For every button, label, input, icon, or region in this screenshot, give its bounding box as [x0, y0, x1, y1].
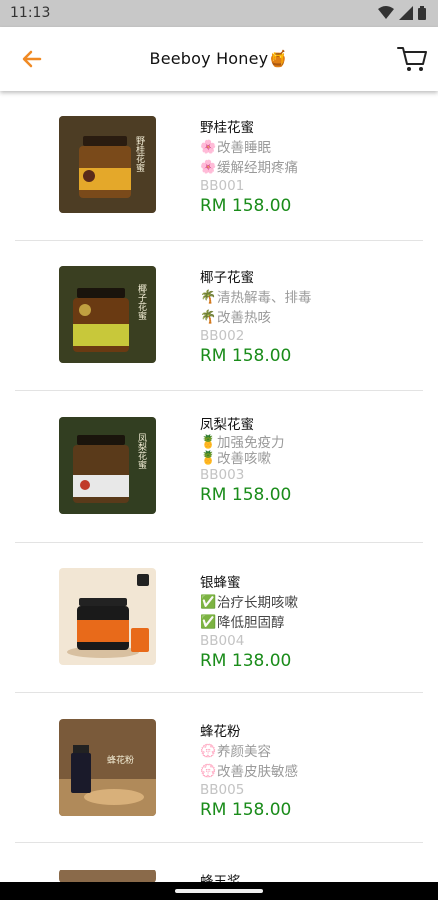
product-name: 凤梨花蜜	[200, 417, 254, 433]
product-feature: 💮 改善皮肤敏感	[200, 764, 298, 780]
image-label: 凤梨花蜜	[136, 433, 147, 470]
image-label: 野桂花蜜	[134, 136, 145, 173]
product-info: 凤梨花蜜 🍍 加强免疫力 🍍 改善咳嗽 BB003 RM 158.00	[200, 415, 291, 507]
product-name: 蜂花粉	[200, 724, 241, 740]
system-nav-bar	[0, 882, 438, 900]
product-feature: 🌸 改善睡眠	[200, 140, 271, 156]
product-feature: ✅ 降低胆固醇	[200, 615, 285, 631]
white-flower-icon: 💮	[200, 764, 217, 779]
product-item[interactable]: 椰子花蜜 椰子花蜜 🌴 清热解毒、排毒 🌴 改善热咳 BB002 RM 158.00	[0, 241, 438, 391]
status-time: 11:13	[10, 5, 51, 21]
product-name: 蜂王浆	[200, 874, 241, 882]
status-bar: 11:13	[0, 0, 438, 27]
home-handle[interactable]	[175, 889, 263, 893]
product-image: 凤梨花蜜	[59, 417, 156, 514]
page-title: Beeboy Honey🍯	[149, 49, 289, 68]
product-list[interactable]: 野桂花蜜 野桂花蜜 🌸 改善睡眠 🌸 缓解经期疼痛 BB001 RM 158.00 …	[0, 91, 438, 882]
pineapple-icon: 🍍	[200, 451, 217, 466]
product-image: 椰子花蜜	[59, 266, 156, 363]
check-mark-icon: ✅	[200, 595, 217, 610]
product-code: BB004	[200, 633, 245, 649]
product-name: 银蜂蜜	[200, 575, 241, 591]
product-price: RM 158.00	[200, 485, 292, 505]
check-mark-icon: ✅	[200, 615, 217, 630]
app-bar: Beeboy Honey🍯	[0, 27, 438, 91]
product-price: RM 158.00	[200, 196, 292, 216]
product-item[interactable]: 野桂花蜜 野桂花蜜 🌸 改善睡眠 🌸 缓解经期疼痛 BB001 RM 158.00	[0, 91, 438, 241]
battery-icon	[418, 6, 426, 20]
product-info: 蜂王浆	[200, 872, 241, 882]
product-code: BB003	[200, 467, 245, 483]
product-price: RM 158.00	[200, 800, 292, 820]
white-flower-icon: 💮	[200, 744, 217, 759]
image-label: 椰子花蜜	[136, 283, 147, 321]
pineapple-icon: 🍍	[200, 435, 217, 450]
product-feature: 🌴 改善热咳	[200, 310, 271, 326]
palm-tree-icon: 🌴	[200, 310, 217, 325]
product-price: RM 158.00	[200, 346, 292, 366]
signal-icon	[399, 6, 413, 20]
product-item[interactable]: 银蜂蜜 ✅ 治疗长期咳嗽 ✅ 降低胆固醇 BB004 RM 138.00	[0, 543, 438, 693]
cart-icon[interactable]	[396, 43, 428, 75]
product-info: 野桂花蜜 🌸 改善睡眠 🌸 缓解经期疼痛 BB001 RM 158.00	[200, 118, 298, 218]
product-feature: 💮 养颜美容	[200, 744, 271, 760]
product-image	[59, 568, 156, 665]
product-info: 银蜂蜜 ✅ 治疗长期咳嗽 ✅ 降低胆固醇 BB004 RM 138.00	[200, 573, 298, 673]
product-image	[59, 869, 156, 882]
product-info: 蜂花粉 💮 养颜美容 💮 改善皮肤敏感 BB005 RM 158.00	[200, 722, 298, 822]
product-code: BB005	[200, 782, 245, 798]
product-code: BB001	[200, 178, 245, 194]
blossom-icon: 🌸	[200, 160, 217, 175]
product-feature: 🌴 清热解毒、排毒	[200, 290, 312, 306]
product-feature: 🍍 加强免疫力	[200, 435, 285, 451]
blossom-icon: 🌸	[200, 140, 217, 155]
product-item[interactable]: 蜂花粉 蜂花粉 💮 养颜美容 💮 改善皮肤敏感 BB005 RM 158.00	[0, 693, 438, 843]
product-item[interactable]: 凤梨花蜜 凤梨花蜜 🍍 加强免疫力 🍍 改善咳嗽 BB003 RM 158.00	[0, 391, 438, 543]
product-feature: 🍍 改善咳嗽	[200, 451, 271, 467]
product-name: 野桂花蜜	[200, 120, 254, 136]
palm-tree-icon: 🌴	[200, 290, 217, 305]
product-feature: 🌸 缓解经期疼痛	[200, 160, 298, 176]
product-info: 椰子花蜜 🌴 清热解毒、排毒 🌴 改善热咳 BB002 RM 158.00	[200, 268, 312, 368]
product-image: 野桂花蜜	[59, 116, 156, 213]
product-name: 椰子花蜜	[200, 270, 254, 286]
wifi-icon	[378, 6, 394, 19]
status-icons	[378, 6, 426, 20]
product-price: RM 138.00	[200, 651, 292, 671]
product-code: BB002	[200, 328, 245, 344]
product-image: 蜂花粉	[59, 719, 156, 816]
product-item[interactable]: 蜂王浆	[0, 843, 438, 882]
image-label: 蜂花粉	[107, 754, 134, 766]
product-feature: ✅ 治疗长期咳嗽	[200, 595, 298, 611]
